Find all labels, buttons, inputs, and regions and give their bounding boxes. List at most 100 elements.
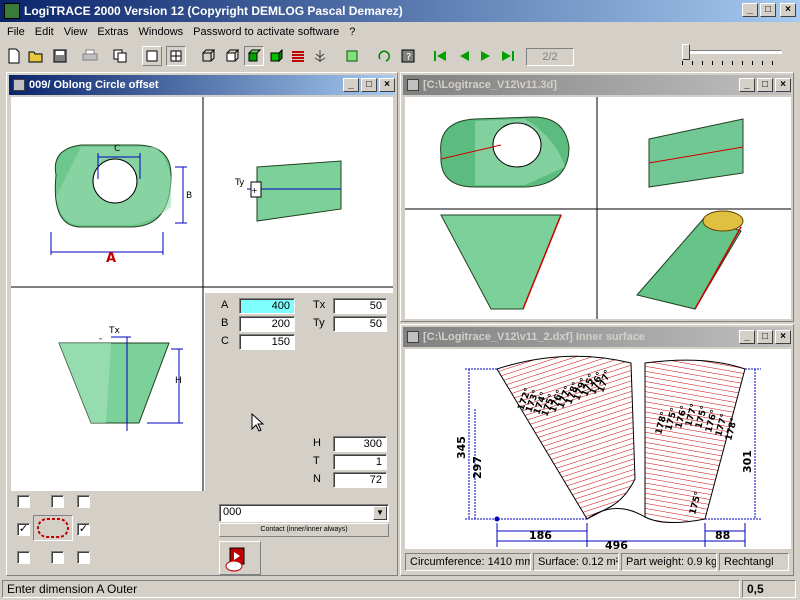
chevron-down-icon[interactable]: ▼: [373, 506, 387, 520]
dxf-maximize-button[interactable]: □: [757, 330, 773, 344]
param-c-label: C: [221, 335, 229, 347]
cube-shaded-icon[interactable]: [244, 46, 264, 66]
unfold-button[interactable]: [219, 541, 261, 575]
param-tx-label: Tx: [313, 299, 326, 311]
label-minus: -: [99, 334, 102, 344]
print-icon[interactable]: [80, 46, 100, 66]
shape-preview: [33, 515, 73, 541]
menu-password[interactable]: Password to activate software: [188, 22, 344, 42]
cube-hidden-icon[interactable]: [222, 46, 242, 66]
save-icon[interactable]: [50, 46, 70, 66]
copy-icon[interactable]: [110, 46, 130, 66]
part-window-title: 009/ Oblong Circle offset: [29, 79, 159, 91]
mode-status: Rechtangl: [719, 553, 789, 571]
param-t-label: T: [313, 455, 320, 467]
menu-file[interactable]: File: [2, 22, 30, 42]
view3d-close-button[interactable]: ×: [775, 78, 791, 92]
dim-297: 297: [471, 456, 484, 479]
part-window-icon: [13, 79, 25, 91]
dxf-minimize-button[interactable]: _: [739, 330, 755, 344]
view-quad-icon[interactable]: [166, 46, 186, 66]
svg-text:+: +: [251, 186, 258, 195]
minimize-button[interactable]: _: [742, 3, 758, 17]
option-checkbox-tr[interactable]: [77, 495, 90, 508]
view-single-icon[interactable]: [142, 46, 162, 66]
cube-wire-icon[interactable]: [198, 46, 218, 66]
view3d-title: [C:\Logitrace_V12\v11.3d]: [423, 79, 557, 91]
first-page-icon[interactable]: [430, 46, 450, 66]
new-file-icon[interactable]: [4, 46, 24, 66]
param-a-input[interactable]: 400: [239, 298, 295, 314]
surface-status: Surface: 0.12 m²: [533, 553, 619, 571]
view3d-canvas[interactable]: [405, 97, 791, 319]
option-checkbox-tl[interactable]: [17, 495, 30, 508]
contact-button[interactable]: Contact (inner/inner always): [219, 523, 389, 537]
zoom-slider[interactable]: [680, 44, 784, 66]
label-a: A: [106, 251, 116, 266]
label-h: H: [175, 376, 182, 386]
menu-windows[interactable]: Windows: [134, 22, 189, 42]
circumference-status: Circumference: 1410 mm: [405, 553, 531, 571]
part-maximize-button[interactable]: □: [361, 78, 377, 92]
open-folder-icon[interactable]: [26, 46, 46, 66]
rotate-icon[interactable]: [374, 46, 394, 66]
view3d-minimize-button[interactable]: _: [739, 78, 755, 92]
tree-icon[interactable]: [310, 46, 330, 66]
param-tx-input[interactable]: 50: [333, 298, 387, 314]
maximize-button[interactable]: □: [760, 3, 776, 17]
param-n-label: N: [313, 473, 321, 485]
param-ty-label: Ty: [313, 317, 325, 329]
view3d-window: [C:\Logitrace_V12\v11.3d] _ □ ×: [400, 72, 794, 322]
label-tx: Tx: [108, 326, 120, 336]
weight-status: Part weight: 0.9 kg: [621, 553, 717, 571]
param-panel: A 400 B 200 C 150 Tx 50 Ty 50 H 300 T 1 …: [205, 293, 395, 575]
dim-345: 345: [455, 436, 468, 459]
slider-thumb[interactable]: [682, 44, 690, 60]
label-ty: Ty: [234, 178, 245, 188]
dim-88: 88: [715, 529, 730, 542]
mouse-cursor-icon: [251, 412, 265, 436]
option-checkbox-br[interactable]: [77, 551, 90, 564]
close-button[interactable]: ×: [780, 3, 796, 17]
next-page-icon[interactable]: [476, 46, 496, 66]
part-close-button[interactable]: ×: [379, 78, 395, 92]
dim-186: 186: [529, 529, 552, 542]
menu-help[interactable]: ?: [344, 22, 360, 42]
option-checkbox-mr[interactable]: ✓: [77, 523, 90, 536]
info-icon[interactable]: ?: [398, 46, 418, 66]
view3d-maximize-button[interactable]: □: [757, 78, 773, 92]
param-b-label: B: [221, 317, 229, 329]
oblong-shape-icon: [37, 518, 69, 538]
dxf-window-icon: [407, 331, 419, 343]
menu-bar: File Edit View Extras Windows Password t…: [2, 22, 360, 42]
param-t-input[interactable]: 1: [333, 454, 387, 470]
last-page-icon[interactable]: [498, 46, 518, 66]
menu-extras[interactable]: Extras: [92, 22, 133, 42]
param-c-input[interactable]: 150: [239, 334, 295, 350]
cube-color-icon[interactable]: [266, 46, 286, 66]
layers-icon[interactable]: [288, 46, 308, 66]
app-titlebar: LogiTRACE 2000 Version 12 (Copyright DEM…: [0, 0, 800, 22]
dxf-titlebar: [C:\Logitrace_V12\v11_2.dxf] Inner surfa…: [403, 327, 791, 347]
label-b: B: [186, 191, 192, 201]
dxf-canvas[interactable]: 172° 173° 174° 175° 176° 177° 178° 179° …: [405, 349, 791, 552]
menu-edit[interactable]: Edit: [30, 22, 59, 42]
contact-combo[interactable]: 000 ▼: [219, 504, 389, 522]
option-checkbox-bm[interactable]: [51, 551, 64, 564]
option-checkbox-tm[interactable]: [51, 495, 64, 508]
param-ty-input[interactable]: 50: [333, 316, 387, 332]
dxf-title: [C:\Logitrace_V12\v11_2.dxf] Inner surfa…: [423, 331, 645, 343]
prev-page-icon[interactable]: [454, 46, 474, 66]
view3d-titlebar: [C:\Logitrace_V12\v11.3d] _ □ ×: [403, 75, 791, 95]
dxf-drawing: 172° 173° 174° 175° 176° 177° 178° 179° …: [455, 355, 761, 552]
param-n-input[interactable]: 72: [333, 472, 387, 488]
dxf-close-button[interactable]: ×: [775, 330, 791, 344]
view3d-drawing: [405, 97, 791, 319]
frame-icon[interactable]: [342, 46, 362, 66]
menu-view[interactable]: View: [59, 22, 93, 42]
option-checkbox-ml[interactable]: ✓: [17, 523, 30, 536]
part-minimize-button[interactable]: _: [343, 78, 359, 92]
option-checkbox-bl[interactable]: [17, 551, 30, 564]
param-b-input[interactable]: 200: [239, 316, 295, 332]
param-h-input[interactable]: 300: [333, 436, 387, 452]
